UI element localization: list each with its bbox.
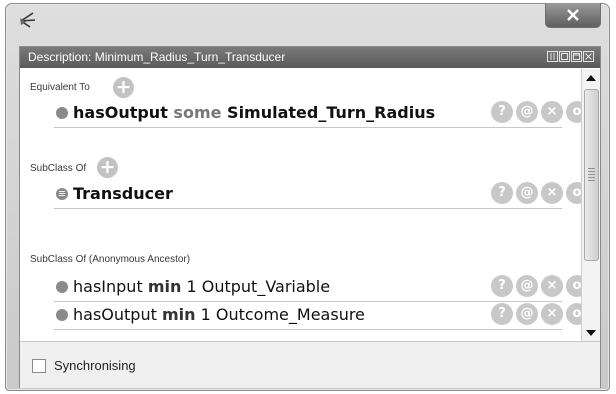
class-expression: hasOutput min 1 Outcome_Measure	[73, 305, 365, 324]
grip-icon	[588, 168, 595, 182]
annotate-button[interactable]: @	[516, 275, 538, 297]
delete-button[interactable]: ×	[541, 182, 563, 204]
row-actions: ? @ × o	[491, 182, 588, 204]
synchronising-checkbox[interactable]	[32, 359, 46, 373]
annotate-button[interactable]: @	[516, 101, 538, 123]
quantifier-keyword: some	[173, 103, 222, 122]
arrow-up-icon[interactable]	[582, 69, 600, 86]
delete-button[interactable]: ×	[541, 275, 563, 297]
property-name: hasOutput	[73, 103, 168, 122]
cardinality-value: 1	[200, 305, 211, 324]
annotate-button[interactable]: @	[516, 182, 538, 204]
section-label-subclass-of: SubClass Of	[30, 163, 87, 174]
help-button[interactable]: ?	[491, 275, 513, 297]
class-expression: hasInput min 1 Output_Variable	[73, 277, 330, 296]
property-name: hasOutput	[73, 305, 157, 324]
delete-button[interactable]: ×	[541, 303, 563, 325]
cardinality-value: 1	[186, 277, 197, 296]
equivalent-row[interactable]: hasOutput some Simulated_Turn_Radius ? @…	[54, 101, 588, 128]
named-class-icon	[56, 188, 68, 200]
footer-bar: Synchronising	[20, 341, 600, 388]
view-buttons	[547, 51, 594, 62]
add-subclass-button[interactable]: +	[97, 157, 118, 178]
class-expression-icon	[56, 309, 68, 321]
pin-view-icon[interactable]	[547, 51, 558, 62]
row-actions: ? @ × o	[491, 275, 588, 297]
class-expression: hasOutput some Simulated_Turn_Radius	[73, 103, 435, 122]
maximize-view-icon[interactable]	[571, 51, 582, 62]
arrow-down-icon[interactable]	[582, 324, 600, 341]
panel-title: Description: Minimum_Radius_Turn_Transdu…	[28, 50, 286, 64]
filler-class: Simulated_Turn_Radius	[227, 103, 436, 122]
section-label-equivalent-to: Equivalent To	[30, 82, 90, 93]
close-icon	[566, 6, 580, 25]
description-content: Equivalent To + hasOutput some Simulated…	[20, 69, 588, 341]
annotate-button[interactable]: @	[516, 303, 538, 325]
filler-class: Outcome_Measure	[215, 305, 365, 324]
filler-class: Output_Variable	[201, 277, 331, 296]
section-label-anonymous-ancestor: SubClass Of (Anonymous Ancestor)	[30, 254, 191, 265]
class-expression-icon	[56, 107, 68, 119]
synchronising-label: Synchronising	[54, 358, 136, 373]
vertical-scrollbar[interactable]	[581, 69, 600, 341]
ancestor-row[interactable]: hasOutput min 1 Outcome_Measure ? @ × o	[54, 303, 588, 330]
delete-button[interactable]: ×	[541, 101, 563, 123]
float-view-icon[interactable]	[559, 51, 570, 62]
class-expression-icon	[56, 281, 68, 293]
add-equivalent-button[interactable]: +	[113, 77, 134, 98]
row-actions: ? @ × o	[491, 101, 588, 123]
cardinality-keyword: min	[161, 305, 196, 324]
cardinality-keyword: min	[147, 277, 182, 296]
panel-header: Description: Minimum_Radius_Turn_Transdu…	[20, 47, 600, 68]
close-view-icon[interactable]	[583, 51, 594, 62]
app-window: Description: Minimum_Radius_Turn_Transdu…	[5, 3, 610, 391]
help-button[interactable]: ?	[491, 303, 513, 325]
scroll-thumb[interactable]	[584, 89, 599, 261]
property-name: hasInput	[73, 277, 143, 296]
title-bar	[6, 3, 609, 38]
help-button[interactable]: ?	[491, 101, 513, 123]
subclass-row[interactable]: Transducer ? @ × o	[54, 182, 588, 209]
help-button[interactable]: ?	[491, 182, 513, 204]
ancestor-row[interactable]: hasInput min 1 Output_Variable ? @ × o	[54, 275, 588, 302]
row-actions: ? @ × o	[491, 303, 588, 325]
class-name: Transducer	[73, 184, 173, 203]
close-button[interactable]	[545, 3, 601, 28]
protege-app-icon	[18, 11, 38, 29]
description-panel: Description: Minimum_Radius_Turn_Transdu…	[19, 46, 601, 388]
